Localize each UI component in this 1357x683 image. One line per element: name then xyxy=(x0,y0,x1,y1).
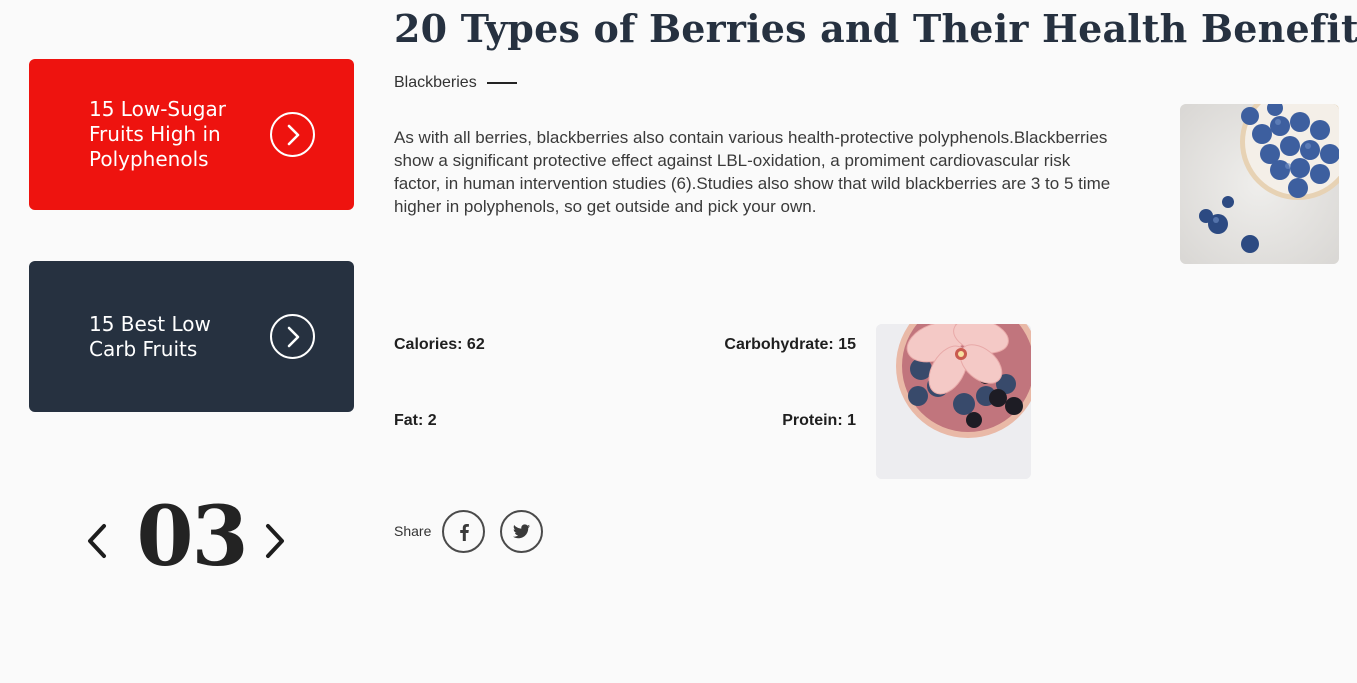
article-subtitle: Blackberies xyxy=(394,72,517,94)
share-label: Share xyxy=(394,523,432,539)
card-title: 15 Best Low Carb Fruits xyxy=(89,311,211,361)
page: 15 Low-Sugar Fruits High in Polyphenols … xyxy=(0,0,1357,683)
chevron-right-circle-icon[interactable] xyxy=(270,314,315,359)
slide-number: 03 xyxy=(136,489,248,585)
card-title: 15 Low-Sugar Fruits High in Polyphenols xyxy=(89,97,226,171)
subtitle-text: Blackberies xyxy=(394,74,477,91)
chevron-left-icon[interactable] xyxy=(84,522,110,560)
calories-value: Calories: 62 xyxy=(394,336,485,353)
page-title: 20 Types of Berries and Their Health Ben… xyxy=(394,6,1357,51)
protein-value: Protein: 1 xyxy=(782,412,856,429)
subtitle-divider xyxy=(486,82,517,84)
carbohydrate-value: Carbohydrate: 15 xyxy=(724,336,856,353)
twitter-icon[interactable] xyxy=(500,510,543,553)
related-article-card-low-carb[interactable]: 15 Best Low Carb Fruits xyxy=(29,261,354,412)
berry-bowl-image xyxy=(876,324,1031,479)
facebook-icon[interactable] xyxy=(442,510,485,553)
fat-value: Fat: 2 xyxy=(394,412,437,429)
related-article-card-low-sugar[interactable]: 15 Low-Sugar Fruits High in Polyphenols xyxy=(29,59,354,210)
slide-pager: 03 xyxy=(84,490,304,585)
chevron-right-circle-icon[interactable] xyxy=(270,112,315,157)
article-description: As with all berries, blackberries also c… xyxy=(394,128,1111,216)
chevron-right-icon[interactable] xyxy=(262,522,288,560)
blueberries-bowl-image xyxy=(1180,104,1339,264)
